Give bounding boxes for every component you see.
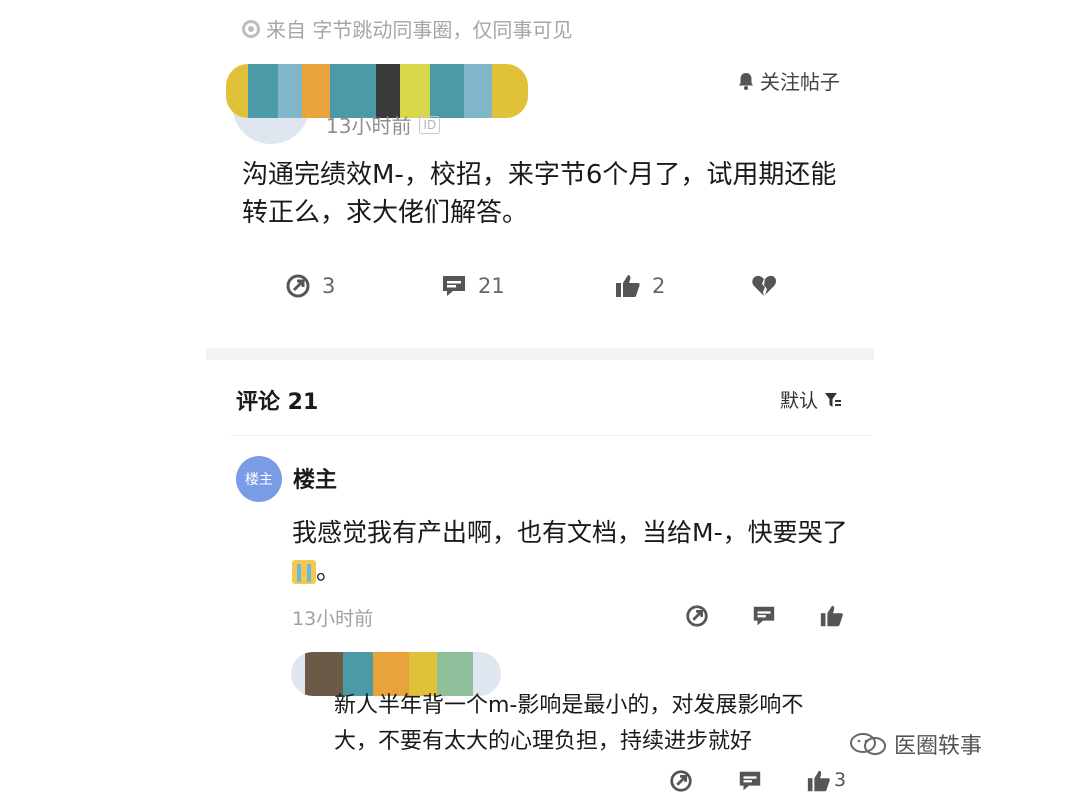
header-separator (230, 435, 870, 436)
sort-button[interactable]: 默认 (780, 386, 842, 413)
reply-body: 新人半年背一个m-影响是最小的，对发展影响不大，不要有太大的心理负担，持续进步就… (334, 693, 804, 754)
location-icon (242, 19, 260, 38)
bell-icon (739, 72, 753, 90)
follow-label: 关注帖子 (760, 70, 840, 94)
comment-end: 。 (316, 556, 342, 585)
reply-share-icon[interactable] (668, 768, 694, 794)
section-divider (206, 348, 874, 360)
post-body: 沟通完绩效M-，校招，来字节6个月了，试用期还能转正么，求大佬们解答。 (242, 160, 837, 228)
comment-time: 13小时前 (292, 608, 374, 630)
post-time: 13小时前 ID (326, 110, 441, 139)
post-source-text: 来自 字节跳动同事圈，仅同事可见 (266, 18, 573, 42)
id-badge: ID (419, 115, 441, 134)
reply-comment-icon[interactable] (737, 768, 763, 794)
share-button[interactable]: 3 (284, 272, 335, 300)
comment-text: 我感觉我有产出啊，也有文档，当给M-，快要哭了 (292, 518, 848, 547)
watermark-text: 医圈轶事 (894, 734, 983, 759)
thumbs-up-icon (616, 275, 640, 297)
post-time-text: 13小时前 (326, 114, 412, 138)
crying-emoji-icon (292, 560, 316, 584)
comment-count: 21 (478, 274, 505, 298)
follow-post-button[interactable]: 关注帖子 (736, 66, 840, 95)
sort-label: 默认 (780, 390, 819, 412)
share-count: 3 (322, 274, 336, 298)
comment-share-icon[interactable] (684, 603, 710, 629)
share-icon (286, 274, 310, 298)
post-source: 来自 字节跳动同事圈，仅同事可见 (242, 14, 572, 43)
like-count: 2 (652, 274, 666, 298)
reply-like-icon[interactable] (806, 768, 832, 794)
comment-button[interactable]: 21 (440, 272, 505, 300)
comment-like-icon[interactable] (819, 603, 845, 629)
wechat-logo-icon (850, 733, 886, 755)
broken-heart-icon (752, 275, 777, 296)
reply-like-count: 3 (834, 769, 847, 791)
dislike-button[interactable] (750, 272, 778, 300)
comment-author: 楼主 (293, 468, 338, 493)
watermark: 医圈轶事 (848, 728, 982, 760)
comment-body: 我感觉我有产出啊，也有文档，当给M-，快要哭了。 (292, 514, 852, 590)
op-avatar[interactable]: 楼主 (236, 456, 282, 502)
comment-reply-icon[interactable] (751, 603, 777, 629)
filter-icon (825, 392, 842, 407)
comment-icon (443, 276, 465, 296)
like-button[interactable]: 2 (614, 272, 665, 300)
comments-title: 评论 21 (236, 390, 319, 415)
